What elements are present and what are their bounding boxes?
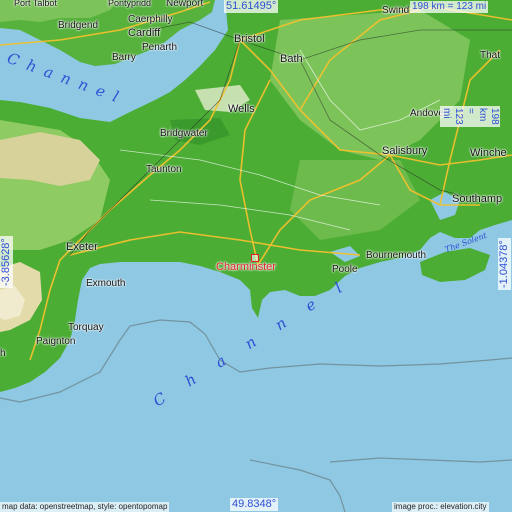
place-penarth[interactable]: Penarth [142,42,177,53]
place-swindon[interactable]: Swind [382,5,409,16]
map-data-attribution: map data: openstreetmap, style: opentopo… [0,502,170,512]
place-bridgend[interactable]: Bridgend [58,20,98,31]
place-bath[interactable]: Bath [280,54,303,65]
place-paignton[interactable]: Paignton [36,336,75,347]
highlighted-place-label[interactable]: Charminster [216,261,276,273]
place-cardiff[interactable]: Cardiff [128,28,160,39]
right-longitude-label: -1.04378° [498,238,511,290]
place-plymouth-edge[interactable]: h [0,348,6,359]
place-thatcham[interactable]: That [480,50,500,61]
place-port-talbot[interactable]: Port Talbot [14,0,57,9]
place-winchester[interactable]: Winche [470,148,507,159]
image-processing-attribution: image proc.: elevation.city [392,502,489,512]
place-wells[interactable]: Wells [228,104,255,115]
place-pontypridd[interactable]: Pontypridd [108,0,151,9]
scale-right-label: 198 km = 123 mi [440,106,500,127]
place-barry[interactable]: Barry [112,52,136,63]
top-latitude-label: 51.61495° [224,0,279,13]
place-taunton[interactable]: Taunton [146,164,182,175]
place-southampton[interactable]: Southamp [452,194,502,205]
place-exmouth[interactable]: Exmouth [86,278,125,289]
place-bournemouth[interactable]: Bournemouth [366,250,426,261]
scale-top-label: 198 km = 123 mi [410,1,489,13]
place-poole[interactable]: Poole [332,264,358,275]
place-caerphilly[interactable]: Caerphilly [128,14,172,25]
map-canvas[interactable]: Channel Channel The Solent Port Talbot P… [0,0,512,512]
place-exeter[interactable]: Exeter [66,242,98,253]
place-torquay[interactable]: Torquay [68,322,104,333]
place-salisbury[interactable]: Salisbury [382,146,427,157]
place-newport[interactable]: Newport [166,0,203,9]
place-bridgwater[interactable]: Bridgwater [160,128,208,139]
place-bristol[interactable]: Bristol [234,34,265,45]
left-longitude-label: -3.85628° [0,236,13,288]
bottom-latitude-label: 49.8348° [230,498,279,511]
